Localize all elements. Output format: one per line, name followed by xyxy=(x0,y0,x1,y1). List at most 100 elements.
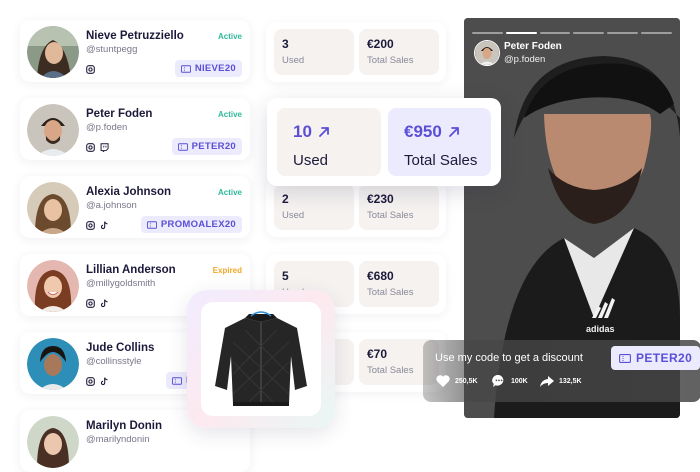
social-icons xyxy=(86,65,95,74)
influencer-handle: @millygoldsmith xyxy=(86,278,156,289)
used-label: Used xyxy=(282,55,305,66)
avatar xyxy=(27,416,79,468)
tiktok-icon[interactable] xyxy=(100,377,109,386)
sales-label: Total Sales xyxy=(367,210,414,221)
influencer-card[interactable]: Alexia Johnson @a.johnson Active PROMOAL… xyxy=(20,176,250,238)
influencer-name: Lillian Anderson xyxy=(86,264,176,276)
instagram-icon[interactable] xyxy=(86,299,95,308)
svg-text:adidas: adidas xyxy=(586,324,615,334)
social-icons xyxy=(86,299,109,308)
product-image-frame xyxy=(201,302,321,416)
used-value: 2 xyxy=(282,192,289,206)
progress-segment xyxy=(641,32,672,34)
progress-segment xyxy=(505,32,537,34)
sales-value: €950 xyxy=(404,122,442,141)
instagram-icon[interactable] xyxy=(86,143,95,152)
used-stat: 2 Used xyxy=(274,184,354,230)
influencer-card[interactable]: Nieve Petruzziello @stuntpegg Active NIE… xyxy=(20,20,250,82)
ticket-icon xyxy=(177,142,188,151)
twitch-icon[interactable] xyxy=(100,143,109,152)
sales-stat: €230 Total Sales xyxy=(359,184,439,230)
influencer-handle: @marilyndonin xyxy=(86,434,150,445)
sales-value: €680 xyxy=(367,269,394,283)
progress-segment xyxy=(539,32,571,34)
promo-code-chip[interactable]: NIEVE20 xyxy=(174,60,242,77)
promo-code-text: PETER20 xyxy=(636,351,693,365)
comments-metric[interactable]: 100K xyxy=(491,373,528,389)
avatar xyxy=(27,104,79,156)
influencer-handle: @p.foden xyxy=(86,122,128,133)
influencer-card[interactable]: Peter Foden @p.foden Active PETER20 xyxy=(20,98,250,160)
sales-label: Total Sales xyxy=(404,152,478,169)
promo-code-text: PROMOALEX20 xyxy=(160,219,236,230)
promo-code-text: PETER20 xyxy=(191,141,236,152)
social-icons xyxy=(86,377,109,386)
influencer-name: Peter Foden xyxy=(86,108,153,120)
promo-code-chip[interactable]: PETER20 xyxy=(611,346,700,370)
story-handle: @p.foden xyxy=(504,54,546,65)
ticket-icon xyxy=(172,376,182,385)
sales-stat: €680 Total Sales xyxy=(359,261,439,307)
avatar xyxy=(27,26,79,78)
ticket-icon xyxy=(146,220,157,229)
shares-metric[interactable]: 132,5K xyxy=(539,373,582,389)
ticket-icon xyxy=(619,353,631,363)
sales-value: €200 xyxy=(367,37,394,51)
social-icons xyxy=(86,143,109,152)
used-stat: 10 Used xyxy=(277,108,381,176)
jacket-image xyxy=(215,311,307,406)
promo-code-text: NIEVE20 xyxy=(194,63,236,74)
sales-label: Total Sales xyxy=(367,365,414,376)
used-value: 5 xyxy=(282,269,289,283)
status-badge: Expired xyxy=(212,266,242,275)
share-icon xyxy=(539,373,555,389)
tiktok-icon[interactable] xyxy=(100,299,109,308)
influencer-name: Alexia Johnson xyxy=(86,186,171,198)
instagram-icon[interactable] xyxy=(86,221,95,230)
status-badge: Active xyxy=(217,110,242,119)
used-label: Used xyxy=(293,152,329,169)
progress-segment xyxy=(607,32,639,34)
influencer-handle: @stuntpegg xyxy=(86,44,138,55)
stats-row: 3 Used €200 Total Sales xyxy=(266,22,446,82)
influencer-handle: @a.johnson xyxy=(86,200,137,211)
sales-label: Total Sales xyxy=(367,55,414,66)
influencer-name: Marilyn Donin xyxy=(86,420,163,432)
sales-value: €230 xyxy=(367,192,394,206)
used-value: 10 xyxy=(293,122,312,141)
social-icons xyxy=(86,221,109,230)
status-badge: Active xyxy=(217,32,242,41)
promo-overlay: Use my code to get a discount PETER20 25… xyxy=(423,340,700,402)
shares-count: 132,5K xyxy=(559,377,582,385)
likes-metric[interactable]: 250,5K xyxy=(435,373,478,389)
arrow-up-right-icon xyxy=(448,126,460,138)
used-label: Used xyxy=(282,210,305,221)
influencer-handle: @collinsstyle xyxy=(86,356,142,367)
promo-message: Use my code to get a discount xyxy=(435,352,583,364)
promo-code-chip[interactable]: PROMOALEX20 xyxy=(140,216,242,233)
avatar xyxy=(27,338,79,390)
instagram-icon[interactable] xyxy=(86,377,95,386)
promo-code-chip[interactable]: PETER20 xyxy=(171,138,242,155)
stats-row: 2 Used €230 Total Sales xyxy=(266,177,446,237)
sales-stat: €950 Total Sales xyxy=(388,108,491,176)
sales-stat: €200 Total Sales xyxy=(359,29,439,75)
ticket-icon xyxy=(180,64,191,73)
status-badge: Active xyxy=(217,188,242,197)
story-avatar[interactable] xyxy=(474,40,500,66)
progress-segment xyxy=(472,32,503,34)
influencer-name: Jude Collins xyxy=(86,342,155,354)
comments-count: 100K xyxy=(511,377,528,385)
tiktok-icon[interactable] xyxy=(100,221,109,230)
sales-label: Total Sales xyxy=(367,287,414,298)
instagram-icon[interactable] xyxy=(86,65,95,74)
product-card[interactable] xyxy=(187,290,335,428)
influencer-name: Nieve Petruzziello xyxy=(86,30,184,42)
story-username[interactable]: Peter Foden xyxy=(504,41,562,52)
sales-value: €70 xyxy=(367,347,388,361)
avatar xyxy=(27,260,79,312)
highlighted-stats-card[interactable]: 10 Used €950 Total Sales xyxy=(267,98,501,186)
used-value: 3 xyxy=(282,37,289,51)
heart-icon xyxy=(435,373,451,389)
comment-icon xyxy=(491,373,507,389)
